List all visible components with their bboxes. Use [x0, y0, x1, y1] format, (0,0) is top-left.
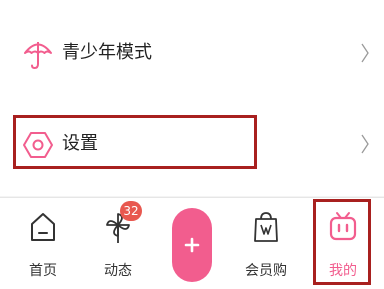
chevron-right-icon [361, 43, 369, 63]
menu-item-label: 青少年模式 [62, 42, 152, 63]
tab-mine[interactable]: 我的 [315, 198, 371, 289]
plus-icon [184, 237, 200, 253]
tab-dynamic[interactable]: 32 动态 [90, 198, 146, 289]
tab-label: 会员购 [245, 263, 287, 279]
home-icon [31, 213, 55, 241]
settings-hexagon-icon [23, 132, 53, 158]
tab-label: 我的 [329, 263, 357, 279]
publish-button[interactable] [172, 208, 212, 282]
notification-badge: 32 [120, 201, 142, 221]
tab-label: 动态 [104, 263, 132, 279]
menu-item-label: 设置 [62, 133, 98, 154]
tab-vip-shop[interactable]: 会员购 [238, 198, 294, 289]
tv-icon [329, 212, 357, 241]
chevron-right-icon [361, 134, 369, 154]
menu-item-youth-mode[interactable]: 青少年模式 [0, 26, 384, 82]
tab-home[interactable]: 首页 [15, 198, 71, 289]
shopping-bag-icon [254, 212, 278, 242]
tab-label: 首页 [29, 263, 57, 279]
umbrella-icon [24, 42, 52, 70]
menu-list: 青少年模式 设置 [0, 0, 384, 196]
menu-item-settings[interactable]: 设置 [0, 117, 384, 173]
